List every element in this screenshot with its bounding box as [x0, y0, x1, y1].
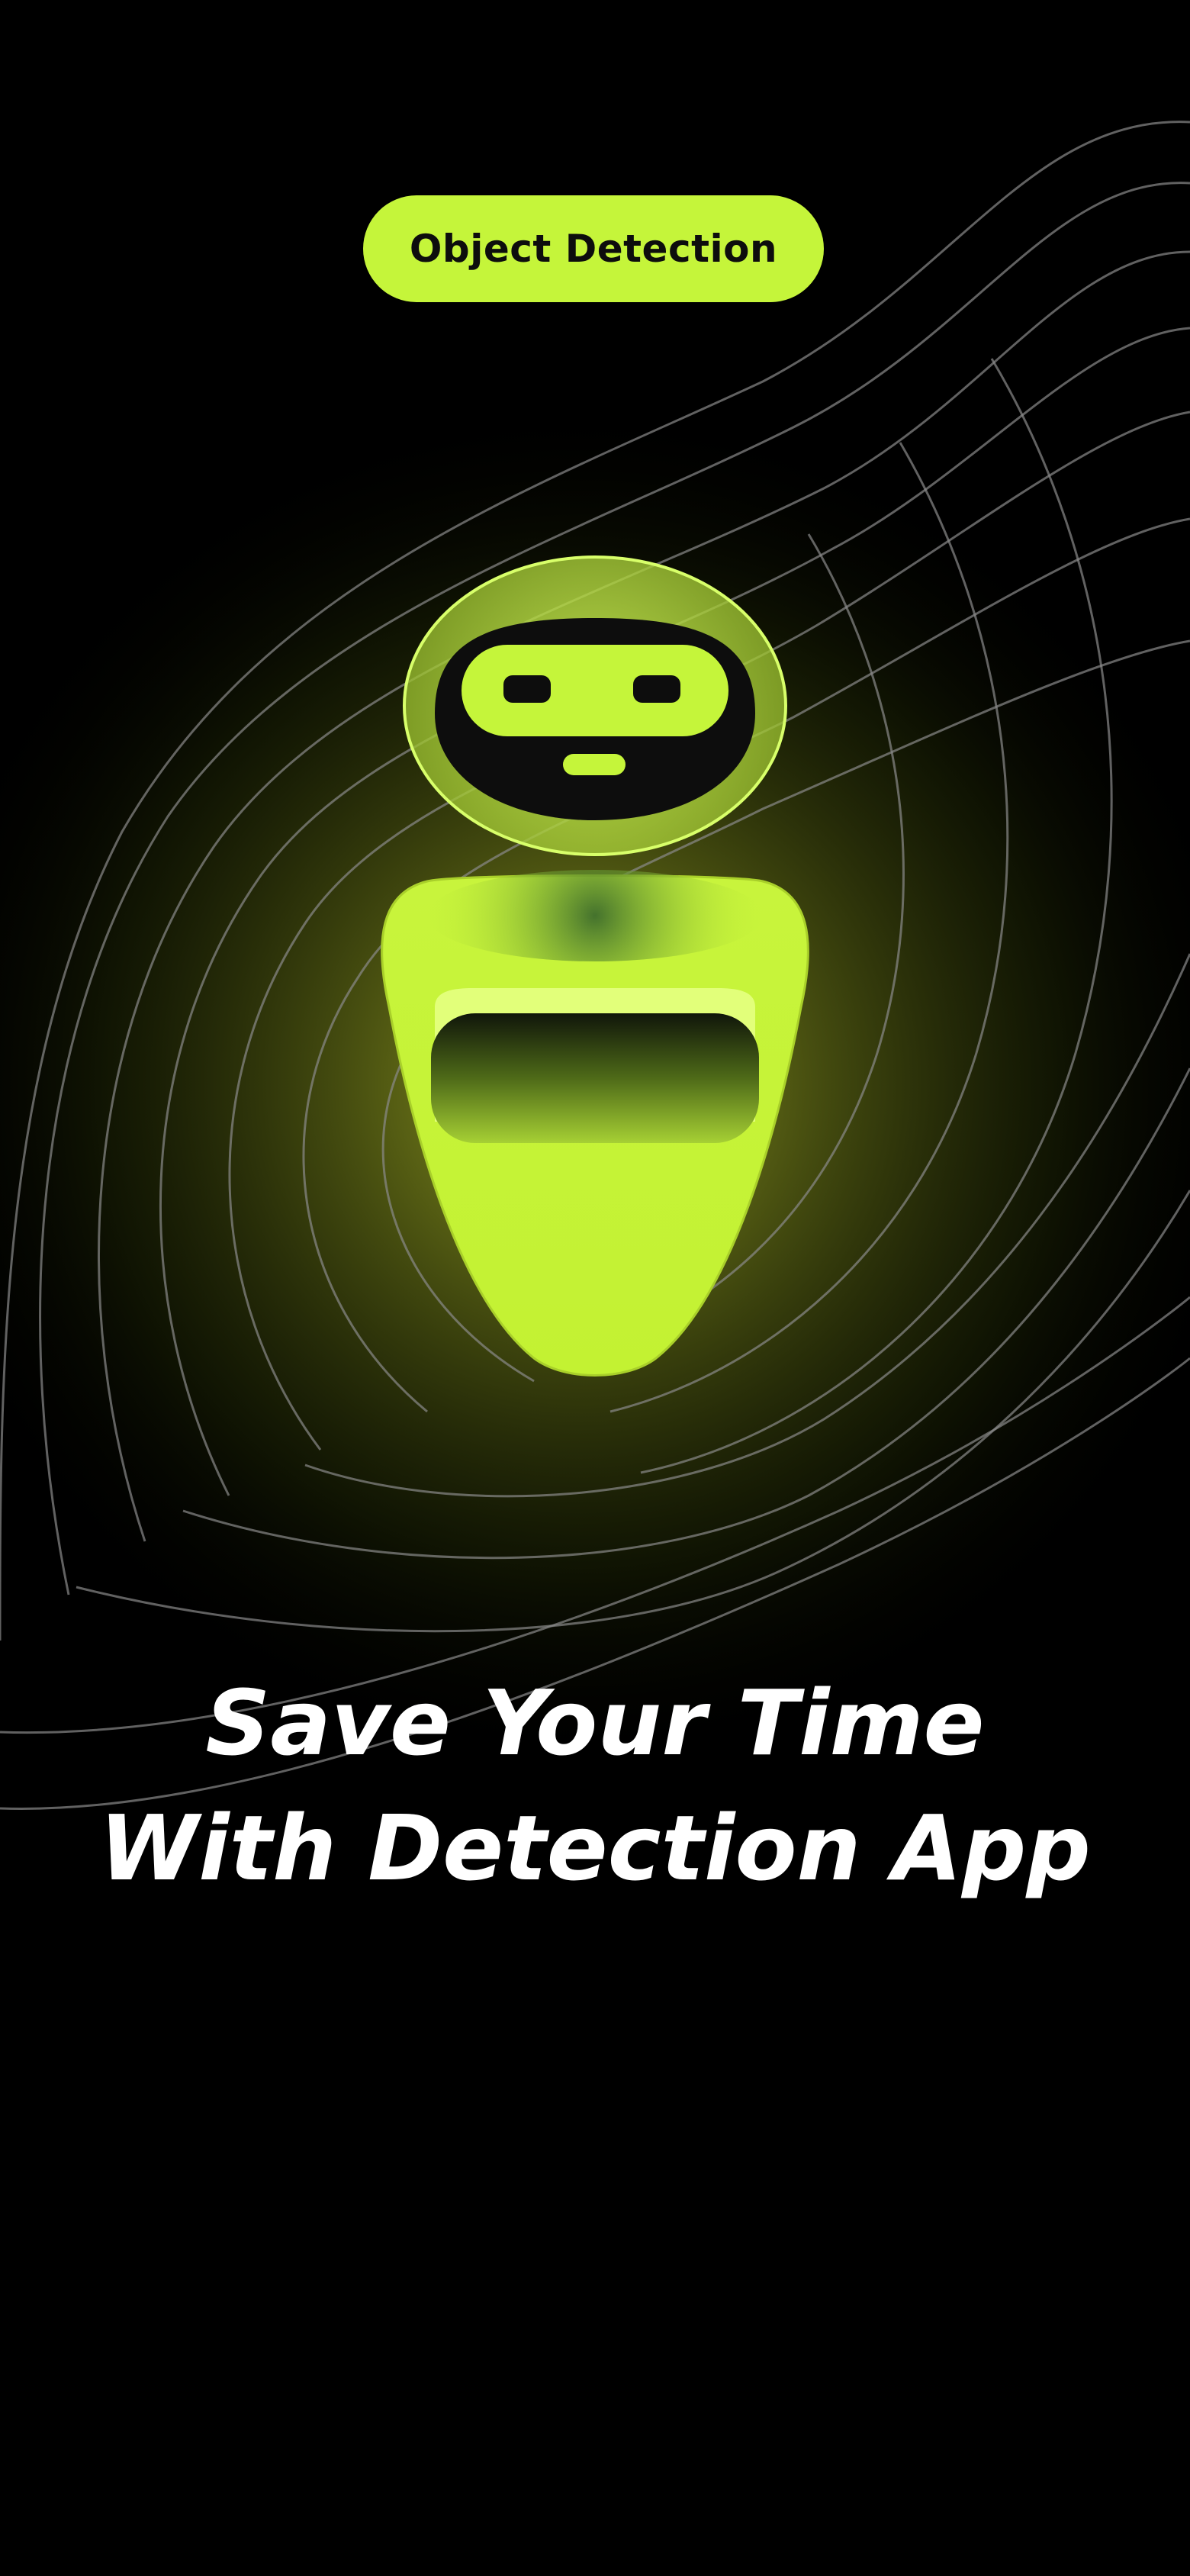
robot-icon	[381, 555, 809, 1377]
headline-line-1: Save Your Time	[205, 1670, 985, 1776]
object-detection-label: Object Detection	[409, 227, 778, 271]
headline-line-2: With Detection App	[99, 1795, 1091, 1901]
onboarding-screen: Object Detection Save Your Time With Det…	[0, 0, 1190, 2576]
object-detection-badge[interactable]: Object Detection	[363, 195, 824, 302]
